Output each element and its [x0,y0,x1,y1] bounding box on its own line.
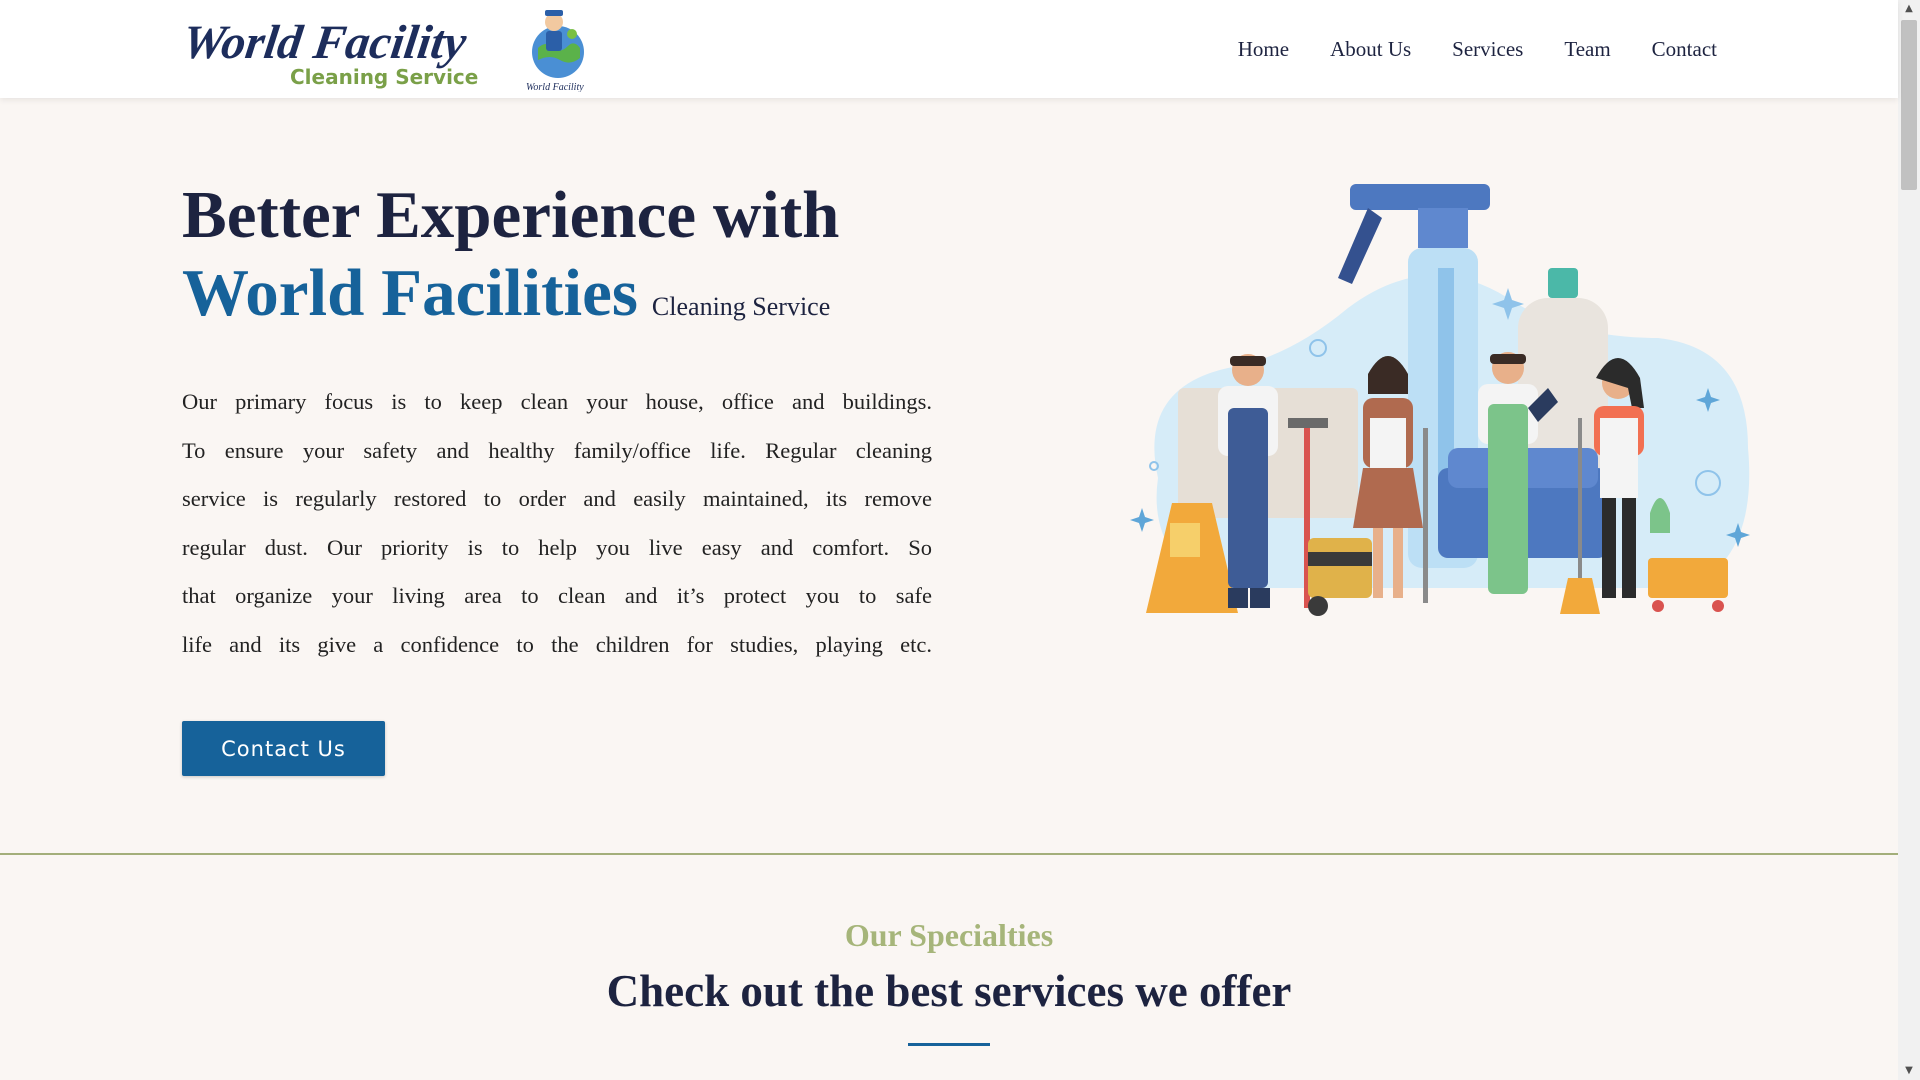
mascot-icon [532,10,584,78]
nav-services[interactable]: Services [1452,37,1523,62]
specialties-label: Our Specialties [844,917,1054,953]
hero-paragraph-line: regular dust. Our priority is to help yo… [182,534,932,560]
title-underline [908,1043,990,1046]
specialties-title: Check out the best services we offer [606,966,1292,1016]
hero-paragraph-line: Our primary focus is to keep clean your … [182,389,932,414]
nav-contact[interactable]: Contact [1652,37,1717,62]
cleaning-team-illustration [1130,184,1750,616]
nav-team[interactable]: Team [1564,37,1610,62]
scroll-up-arrow-icon[interactable]: ▲ [1898,0,1920,18]
page-scrollbar[interactable]: ▲ ▼ [1898,0,1920,1080]
section-divider [0,853,1898,855]
page: World Facility Cleaning Service World Fa… [0,0,1898,1080]
hero-paragraph-line: To ensure your safety and healthy family… [182,437,932,463]
hero-paragraph: Our primary focus is to keep clean your … [182,378,932,669]
mascot-caption: World Facility [526,82,584,92]
nav-about-us[interactable]: About Us [1330,37,1411,62]
logo-script-text: World Facility [184,16,470,69]
logo-subtitle-text: Cleaning Service [290,65,478,89]
scroll-down-arrow-icon[interactable]: ▼ [1898,1062,1920,1080]
scrollbar-thumb[interactable] [1901,20,1917,190]
nav-home[interactable]: Home [1238,37,1289,62]
contact-us-button[interactable]: Contact Us [182,721,385,776]
site-header: World Facility Cleaning Service World Fa… [0,0,1898,98]
hero-title-line1: Better Experience with [182,178,840,252]
hero-paragraph-line: service is regularly restored to order a… [182,486,932,511]
hero-title-small: Cleaning Service [651,292,831,321]
hero-title-accent: World Facilities [182,256,638,330]
hero-paragraph-line: life and its give a confidence to the ch… [182,631,932,657]
hero-paragraph-line: that organize your living area to clean … [182,583,932,608]
main-nav: Home About Us Services Team Contact [1197,37,1717,62]
brand-logo[interactable]: World Facility Cleaning Service World Fa… [184,6,604,92]
hero-title: Better Experience with World Facilities C… [182,176,839,346]
